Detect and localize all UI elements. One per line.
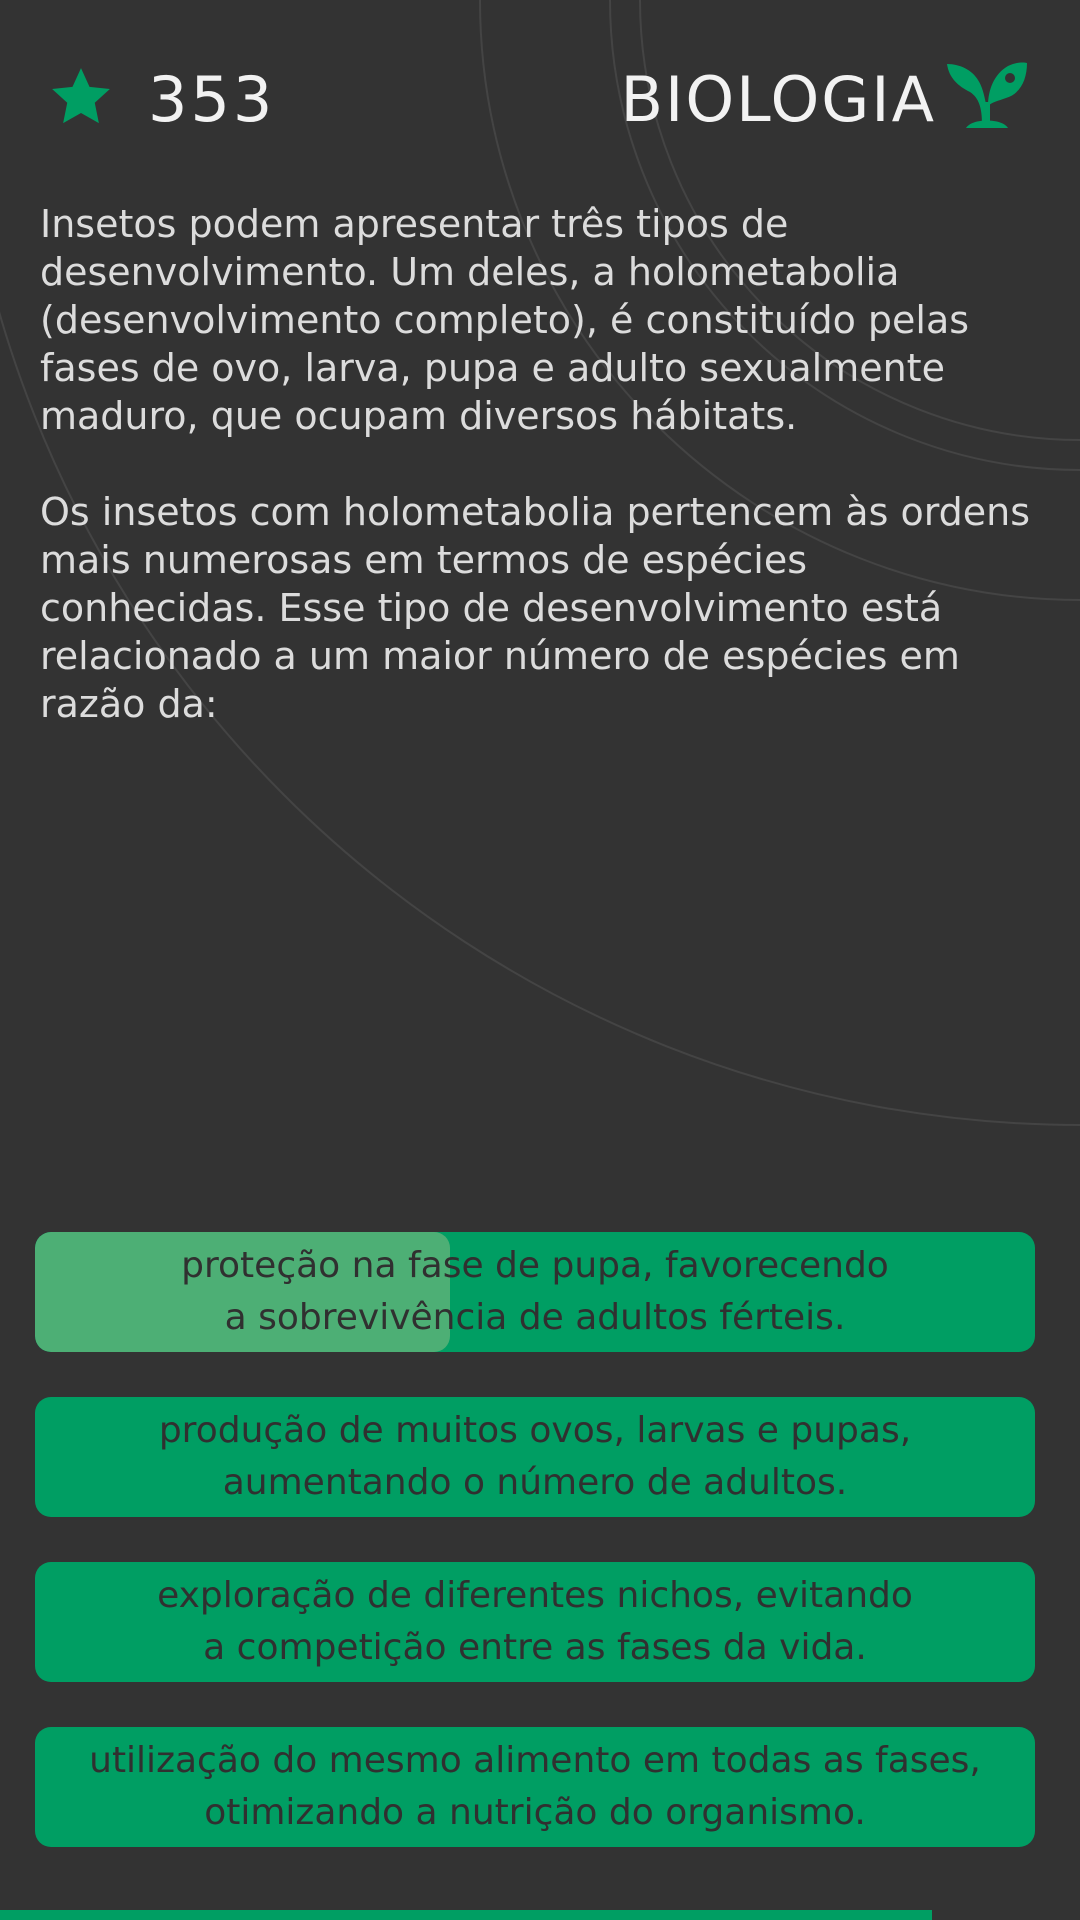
header: 353 BIOLOGIA [0,0,1080,200]
answer-option-4[interactable]: utilização do mesmo alimento em todas as… [35,1727,1035,1847]
answer-text: proteção na fase de pupa, favorecendo a … [181,1245,889,1338]
question-text: Insetos podem apresentar três tipos de d… [40,200,1040,776]
star-icon [52,68,110,124]
subject-title: BIOLOGIA [620,63,936,136]
answer-option-2[interactable]: produção de muitos ovos, larvas e pupas,… [35,1397,1035,1517]
answer-text: exploração de diferentes nichos, evitand… [157,1575,913,1668]
progress-bar [0,1910,933,1920]
score-counter: 353 [148,63,276,136]
answer-text: produção de muitos ovos, larvas e pupas,… [158,1410,912,1503]
answer-option-1[interactable]: proteção na fase de pupa, favorecendo a … [35,1232,1035,1352]
sprout-icon [947,62,1027,128]
question-paragraph: Os insetos com holometabolia pertencem à… [40,490,1031,726]
answer-text: utilização do mesmo alimento em todas as… [89,1740,981,1833]
question-paragraph: Insetos podem apresentar três tipos de d… [40,202,970,438]
answer-option-3[interactable]: exploração de diferentes nichos, evitand… [35,1562,1035,1682]
